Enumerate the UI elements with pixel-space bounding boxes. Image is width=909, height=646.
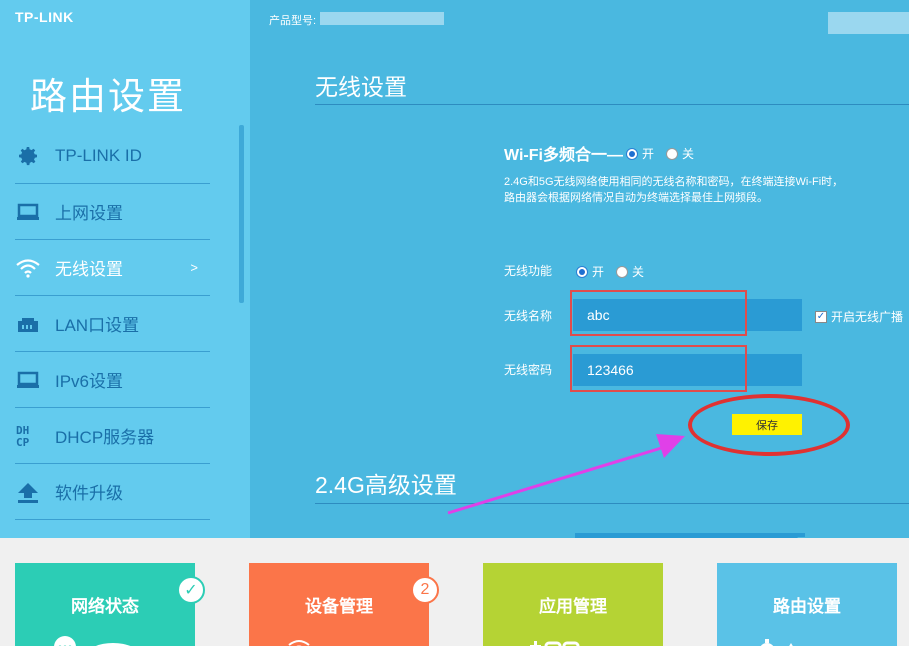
wireless-off-radio[interactable] — [616, 265, 629, 278]
wireless-on-radio[interactable] — [576, 265, 588, 278]
ssid-highlight-box — [570, 290, 747, 336]
broadcast-checkbox[interactable]: ✓ — [815, 310, 827, 323]
save-highlight-circle — [688, 394, 850, 456]
laptop-icon — [15, 367, 41, 393]
sidebar-item-label: 上网设置 — [55, 204, 123, 223]
radio-label: 开 — [642, 147, 655, 161]
sidebar-item-wireless[interactable]: 无线设置 > — [15, 240, 210, 296]
sidebar-item-tplink-id[interactable]: TP-LINK ID — [15, 128, 210, 184]
model-label: 产品型号: — [269, 15, 317, 27]
sidebar-title: 路由设置 — [30, 76, 186, 117]
sidebar: TP-LINK 路由设置 TP-LINK ID 上网设置 无线设置 > LAN口… — [0, 0, 250, 538]
brand-logo: TP-LINK — [15, 9, 74, 25]
wireless-function-radio-group: 开 关 — [576, 263, 656, 280]
sidebar-item-internet[interactable]: 上网设置 — [15, 184, 210, 240]
radio-label: 关 — [682, 147, 695, 161]
main-panel: 产品型号: 无线设置 Wi-Fi多频合一— 开 关 2.4G和5G无线网络使用相… — [250, 0, 909, 546]
wifi-multi-label: Wi-Fi多频合一— — [504, 147, 623, 164]
dhcp-icon: DH CP — [15, 423, 41, 449]
section-divider — [315, 104, 909, 105]
wifi-multi-on-radio[interactable] — [626, 147, 638, 160]
upload-icon — [15, 479, 41, 505]
password-highlight-box — [570, 345, 747, 392]
tab-network-status[interactable]: 网络状态 ✓ — [15, 563, 205, 646]
lan-port-icon — [15, 311, 41, 337]
sidebar-item-label: DHCP服务器 — [55, 428, 155, 447]
bottom-tab-bar: 网络状态 ✓ 设备管理 2 应用管理 路由设置 — [0, 538, 909, 646]
wifi-multi-description: 2.4G和5G无线网络使用相同的无线名称和密码，在终端连接Wi-Fi时， — [504, 176, 844, 188]
ssid-label: 无线名称 — [504, 309, 553, 323]
wifi-multi-radio-group: 开 关 — [626, 145, 706, 162]
broadcast-option: ✓ 开启无线广播 — [815, 308, 903, 325]
tab-device-management[interactable]: 设备管理 2 — [249, 563, 439, 646]
redacted-model-value — [320, 12, 444, 25]
sidebar-item-dhcp[interactable]: DH CP DHCP服务器 — [15, 408, 210, 464]
chevron-right-icon: > — [190, 260, 198, 275]
gear-icon — [15, 143, 41, 169]
device-wifi-icon — [288, 640, 310, 646]
sidebar-item-ipv6[interactable]: IPv6设置 — [15, 352, 210, 408]
advanced-section-title: 2.4G高级设置 — [315, 472, 457, 498]
section-title: 无线设置 — [315, 74, 407, 100]
radio-label: 开 — [592, 265, 605, 279]
sidebar-scrollbar[interactable] — [239, 125, 244, 303]
settings-gear-icon — [760, 639, 793, 646]
section-divider — [315, 503, 909, 504]
sidebar-item-label: 无线设置 — [55, 260, 123, 279]
wifi-icon — [15, 255, 41, 281]
wireless-function-label: 无线功能 — [504, 264, 553, 278]
tab-router-settings[interactable]: 路由设置 — [717, 563, 897, 646]
sidebar-item-upgrade[interactable]: 软件升级 — [15, 464, 210, 520]
wifi-multi-off-radio[interactable] — [666, 147, 679, 160]
sidebar-item-label: 软件升级 — [55, 484, 123, 503]
wifi-multi-description: 路由器会根据网络情况自动为终端选择最佳上网频段。 — [504, 192, 768, 204]
tab-app-management[interactable]: 应用管理 — [483, 563, 663, 646]
app-grid-icon — [530, 641, 580, 646]
broadcast-label: 开启无线广播 — [831, 310, 904, 324]
redacted-header-info — [828, 12, 909, 34]
count-badge: 2 — [411, 576, 439, 604]
radio-label: 关 — [632, 265, 645, 279]
password-label: 无线密码 — [504, 363, 553, 377]
laptop-icon — [15, 199, 41, 225]
network-status-icon — [54, 636, 131, 646]
svg-text:CP: CP — [16, 436, 30, 449]
sidebar-item-label: LAN口设置 — [55, 316, 140, 335]
sidebar-item-label: TP-LINK ID — [55, 145, 142, 165]
sidebar-item-label: IPv6设置 — [55, 372, 124, 391]
sidebar-item-lan[interactable]: LAN口设置 — [15, 296, 210, 352]
check-badge-icon: ✓ — [177, 576, 205, 604]
